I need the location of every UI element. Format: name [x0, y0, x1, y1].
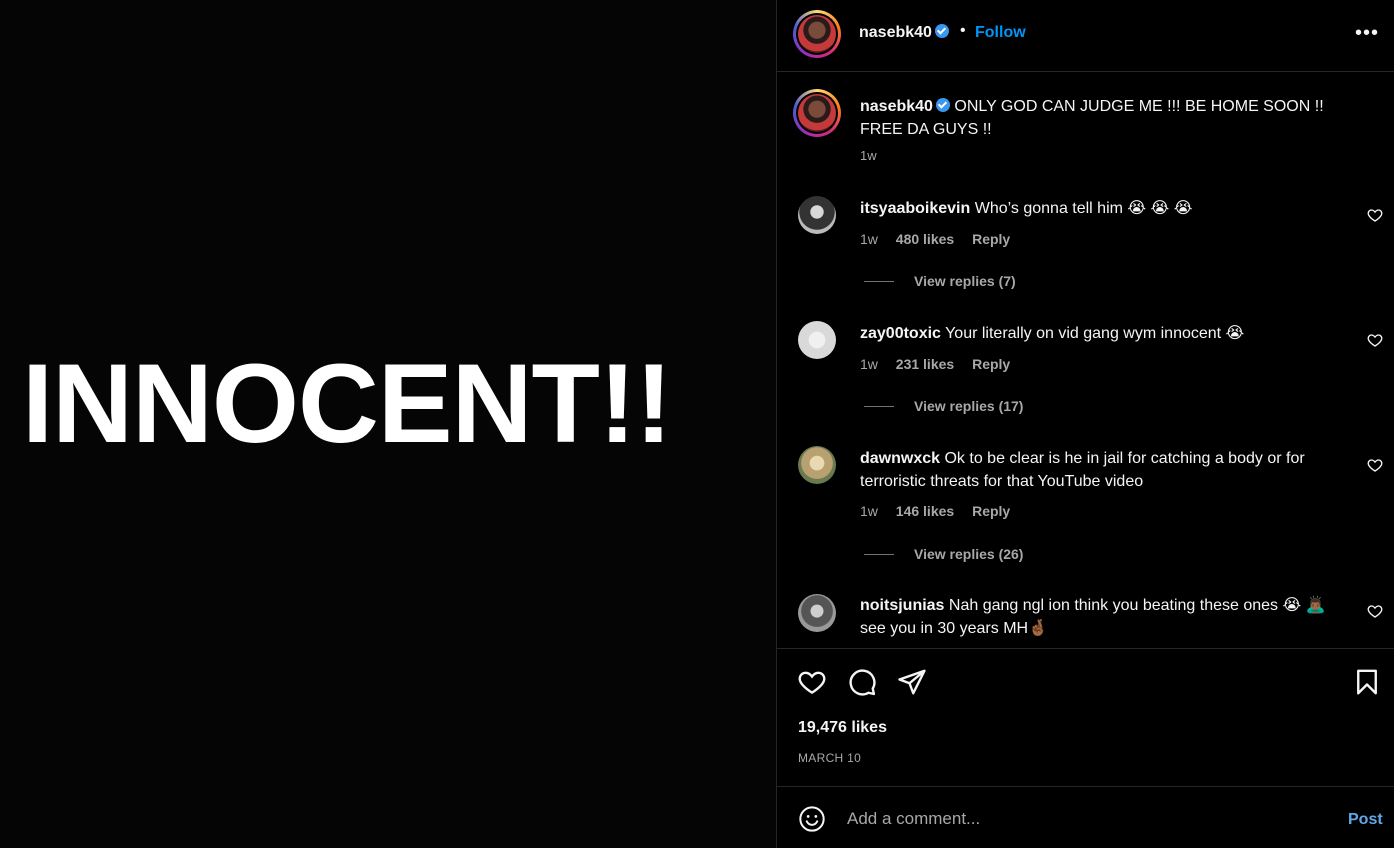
comment-text-wrap: dawnwxck Ok to be clear is he in jail fo… [860, 447, 1355, 493]
comment-avatar[interactable] [798, 196, 836, 234]
bookmark-icon[interactable] [1352, 667, 1382, 697]
likes-count[interactable]: 19,476 likes [798, 719, 887, 737]
caption-username[interactable]: nasebk40 [860, 98, 933, 115]
author-avatar[interactable] [793, 10, 841, 58]
comment-composer: Post [777, 786, 1394, 848]
comments-list[interactable]: nasebk40 ONLY GOD CAN JUDGE ME !!! BE HO… [777, 73, 1394, 648]
comment-text: Your literally on vid gang wym innocent … [945, 325, 1245, 342]
media-text: INNOCENT!! [22, 341, 672, 466]
post-header: nasebk40 • Follow ••• [777, 0, 1394, 72]
verified-badge-icon [934, 24, 949, 38]
comment-avatar[interactable] [798, 321, 836, 359]
heart-icon[interactable] [797, 667, 827, 697]
comment-bubble-icon[interactable] [847, 667, 877, 697]
comment-username[interactable]: itsyaaboikevin [860, 200, 970, 217]
comment-meta: 1w 231 likes Reply [860, 356, 1024, 372]
post-media[interactable]: INNOCENT!! [0, 0, 776, 848]
comment-input[interactable] [847, 805, 1307, 833]
comment-avatar[interactable] [798, 594, 836, 632]
verified-badge-icon [935, 98, 950, 112]
more-options-icon[interactable]: ••• [1355, 22, 1379, 45]
reply-button[interactable]: Reply [972, 356, 1010, 372]
post-date[interactable]: MARCH 10 [798, 751, 861, 765]
paper-plane-icon[interactable] [897, 667, 927, 697]
comment-text-wrap: noitsjunias Nah gang ngl ion think you b… [860, 594, 1355, 640]
comment-username[interactable]: zay00toxic [860, 325, 941, 342]
caption: nasebk40 ONLY GOD CAN JUDGE ME !!! BE HO… [860, 95, 1360, 141]
post-panel: nasebk40 • Follow ••• nasebk40 ONLY GOD … [776, 0, 1394, 848]
comment-meta: 1w 146 likes Reply [860, 503, 1024, 519]
caption-avatar[interactable] [793, 89, 841, 137]
comment-like-heart-icon[interactable] [1367, 207, 1383, 223]
comment-avatar[interactable] [798, 446, 836, 484]
post-comment-button[interactable]: Post [1348, 811, 1383, 829]
comment-username[interactable]: noitsjunias [860, 597, 944, 614]
comment-likes[interactable]: 146 likes [896, 503, 954, 519]
comment-username[interactable]: dawnwxck [860, 450, 940, 467]
header-separator: • [960, 22, 966, 39]
view-replies-button[interactable]: View replies (7) [864, 273, 1016, 289]
follow-button[interactable]: Follow [975, 24, 1026, 42]
comment-text-wrap: zay00toxic Your literally on vid gang wy… [860, 322, 1355, 345]
comment-likes[interactable]: 231 likes [896, 356, 954, 372]
author-username[interactable]: nasebk40 [859, 24, 932, 41]
comment-likes[interactable]: 480 likes [896, 231, 954, 247]
view-replies-button[interactable]: View replies (17) [864, 398, 1023, 414]
comment-like-heart-icon[interactable] [1367, 332, 1383, 348]
comment-like-heart-icon[interactable] [1367, 603, 1383, 619]
comment-time[interactable]: 1w [860, 356, 878, 372]
caption-time[interactable]: 1w [860, 148, 877, 163]
comment-meta: 1w 480 likes Reply [860, 231, 1024, 247]
post-actions: 19,476 likes MARCH 10 [777, 648, 1394, 786]
comment-text: Who’s gonna tell him 😭 😭 😭 [974, 200, 1193, 217]
author-name-wrap: nasebk40 [859, 24, 949, 42]
reply-button[interactable]: Reply [972, 231, 1010, 247]
comment-text-wrap: itsyaaboikevin Who’s gonna tell him 😭 😭 … [860, 197, 1355, 220]
comment-time[interactable]: 1w [860, 231, 878, 247]
view-replies-button[interactable]: View replies (26) [864, 546, 1023, 562]
smiley-icon[interactable] [798, 805, 826, 833]
reply-button[interactable]: Reply [972, 503, 1010, 519]
comment-like-heart-icon[interactable] [1367, 457, 1383, 473]
comment-time[interactable]: 1w [860, 503, 878, 519]
